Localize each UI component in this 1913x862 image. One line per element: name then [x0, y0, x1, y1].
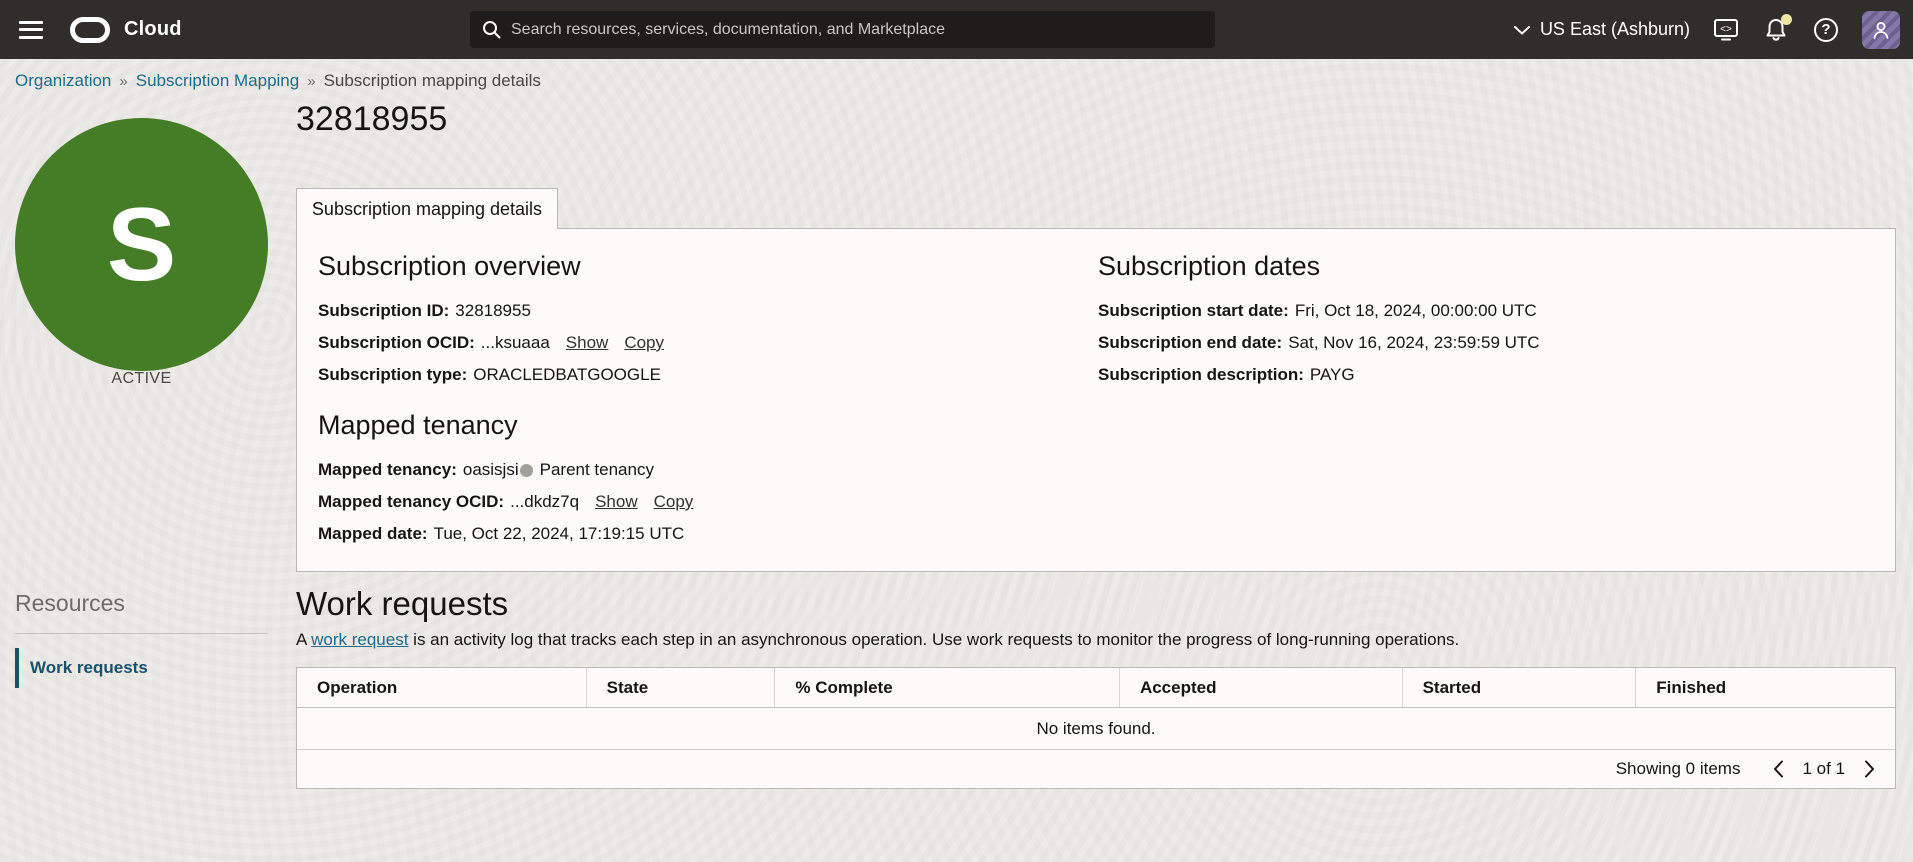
table-header-row: Operation State % Complete Accepted Star…: [297, 668, 1895, 708]
hamburger-menu-icon[interactable]: [19, 21, 43, 39]
breadcrumb-subscription-mapping[interactable]: Subscription Mapping: [136, 71, 299, 91]
column-header-state[interactable]: State: [587, 668, 776, 707]
page-title: 32818955: [296, 100, 447, 139]
help-button[interactable]: ?: [1812, 16, 1840, 44]
resources-heading: Resources: [15, 590, 125, 617]
work-requests-description: A work request is an activity log that t…: [296, 630, 1459, 650]
field-label: Mapped date:: [318, 525, 428, 543]
field-label: Mapped tenancy:: [318, 461, 457, 479]
field-mapped-tenancy-ocid: Mapped tenancy OCID: ...dkdz7q Show Copy: [318, 493, 1874, 511]
breadcrumb-separator: »: [307, 73, 315, 90]
previous-page-button[interactable]: [1768, 759, 1788, 779]
field-mapped-date: Mapped date: Tue, Oct 22, 2024, 17:19:15…: [318, 525, 1874, 543]
field-value: 32818955: [455, 302, 531, 320]
sidebar-item-work-requests[interactable]: Work requests: [15, 648, 268, 688]
search-input[interactable]: [511, 21, 1203, 39]
brand-label: Cloud: [124, 18, 182, 41]
chevron-left-icon: [1773, 760, 1784, 778]
field-label: Subscription start date:: [1098, 302, 1289, 320]
field-value: Tue, Oct 22, 2024, 17:19:15 UTC: [434, 525, 685, 543]
field-mapped-tenancy: Mapped tenancy: oasisjsi Parent tenancy: [318, 461, 1874, 479]
copy-tenancy-ocid-link[interactable]: Copy: [654, 493, 694, 511]
show-tenancy-ocid-link[interactable]: Show: [595, 493, 638, 511]
column-header-finished[interactable]: Finished: [1636, 668, 1895, 707]
next-page-button[interactable]: [1859, 759, 1879, 779]
table-empty-message: No items found.: [297, 708, 1895, 749]
field-label: Subscription type:: [318, 366, 467, 384]
description-text: is an activity log that tracks each step…: [408, 630, 1459, 649]
oracle-logo-icon[interactable]: [70, 17, 110, 43]
column-header-accepted[interactable]: Accepted: [1120, 668, 1403, 707]
field-value: ...ksuaaa: [481, 334, 550, 352]
notifications-button[interactable]: [1762, 16, 1790, 44]
chevron-down-icon: [1514, 25, 1530, 35]
details-right-column: Subscription dates Subscription start da…: [1098, 243, 1858, 398]
field-description: Subscription description: PAYG: [1098, 366, 1858, 384]
breadcrumb-current: Subscription mapping details: [324, 71, 541, 91]
field-label: Subscription end date:: [1098, 334, 1282, 352]
subscription-dates-heading: Subscription dates: [1098, 251, 1858, 282]
table-footer: Showing 0 items 1 of 1: [297, 749, 1895, 788]
global-search[interactable]: [470, 11, 1215, 48]
field-value: PAYG: [1310, 366, 1355, 384]
mapped-tenancy-heading: Mapped tenancy: [318, 410, 1874, 441]
tenancy-separator-dot-icon: [520, 464, 533, 477]
notification-badge: [1781, 14, 1792, 25]
breadcrumb-separator: »: [119, 73, 127, 90]
region-label: US East (Ashburn): [1540, 19, 1690, 40]
svg-text:<>: <>: [1720, 24, 1732, 35]
top-header-bar: Cloud US East (Ashburn) <>: [0, 0, 1913, 59]
field-value: ...dkdz7q: [510, 493, 579, 511]
page-indicator: 1 of 1: [1802, 759, 1845, 779]
tab-subscription-mapping-details[interactable]: Subscription mapping details: [296, 188, 558, 229]
column-header-percent-complete[interactable]: % Complete: [775, 668, 1120, 707]
field-label: Subscription ID:: [318, 302, 449, 320]
field-label: Mapped tenancy OCID:: [318, 493, 504, 511]
resources-divider: [15, 633, 268, 634]
showing-items-label: Showing 0 items: [1616, 759, 1741, 779]
header-actions: US East (Ashburn) <> ?: [1514, 0, 1913, 59]
details-card: Subscription overview Subscription ID: 3…: [296, 228, 1896, 572]
status-badge: ACTIVE: [15, 370, 268, 388]
search-icon: [482, 20, 501, 39]
field-label: Subscription description:: [1098, 366, 1304, 384]
work-request-link[interactable]: work request: [311, 630, 408, 649]
parent-tenancy-label: Parent tenancy: [540, 461, 654, 479]
field-value: Fri, Oct 18, 2024, 00:00:00 UTC: [1295, 302, 1537, 320]
work-requests-table: Operation State % Complete Accepted Star…: [296, 667, 1896, 789]
breadcrumb: Organization » Subscription Mapping » Su…: [15, 71, 541, 91]
developer-tools-button[interactable]: <>: [1712, 16, 1740, 44]
avatar-letter: S: [107, 193, 176, 297]
field-value: ORACLEDBATGOOGLE: [473, 366, 661, 384]
copy-ocid-link[interactable]: Copy: [624, 334, 664, 352]
field-start-date: Subscription start date: Fri, Oct 18, 20…: [1098, 302, 1858, 320]
user-menu-button[interactable]: [1862, 11, 1900, 49]
help-icon: ?: [1814, 18, 1838, 42]
field-value: oasisjsi: [463, 461, 519, 479]
region-selector[interactable]: US East (Ashburn): [1514, 19, 1690, 40]
chevron-right-icon: [1864, 760, 1875, 778]
person-icon: [1870, 19, 1892, 41]
column-header-started[interactable]: Started: [1403, 668, 1637, 707]
field-label: Subscription OCID:: [318, 334, 475, 352]
column-header-operation[interactable]: Operation: [297, 668, 587, 707]
work-requests-heading: Work requests: [296, 585, 508, 623]
subscription-mapping-details-page: Cloud US East (Ashburn) <>: [0, 0, 1913, 862]
field-value: Sat, Nov 16, 2024, 23:59:59 UTC: [1288, 334, 1539, 352]
description-text: A: [296, 630, 311, 649]
field-end-date: Subscription end date: Sat, Nov 16, 2024…: [1098, 334, 1858, 352]
developer-console-icon: <>: [1713, 18, 1739, 42]
show-ocid-link[interactable]: Show: [566, 334, 609, 352]
subscription-avatar: S: [15, 118, 268, 371]
breadcrumb-organization[interactable]: Organization: [15, 71, 111, 91]
